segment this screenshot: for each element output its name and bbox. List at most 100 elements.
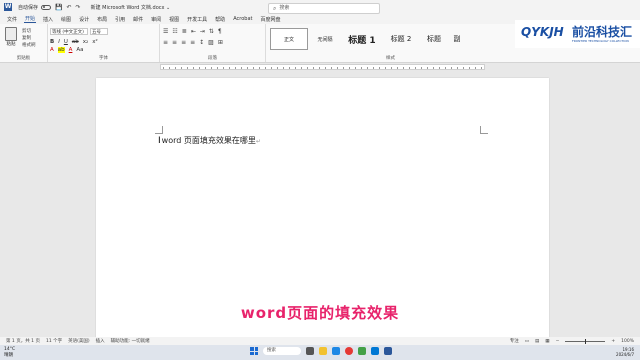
style-subtitle[interactable]: 副 <box>450 28 464 50</box>
highlight-icon[interactable]: ab <box>57 47 65 53</box>
document-text: word 页面填充效果在哪里 <box>161 136 256 145</box>
undo-icon[interactable]: ↶ <box>67 4 72 11</box>
zoom-level[interactable]: 100% <box>621 339 634 344</box>
align-left-icon[interactable]: ≡ <box>163 39 168 46</box>
zoom-thumb[interactable] <box>585 338 587 344</box>
bold-icon[interactable]: B <box>50 39 54 45</box>
zoom-out-icon[interactable]: − <box>556 339 560 344</box>
tab-design[interactable]: 设计 <box>78 16 90 23</box>
chrome-icon[interactable] <box>345 347 353 355</box>
underline-icon[interactable]: U <box>64 39 68 45</box>
tab-draw[interactable]: 绘图 <box>60 16 72 23</box>
tab-references[interactable]: 引用 <box>114 16 126 23</box>
tab-insert[interactable]: 插入 <box>42 16 54 23</box>
tab-review[interactable]: 审阅 <box>150 16 162 23</box>
paragraph-mark-icon: ↵ <box>255 138 261 145</box>
wechat-icon[interactable] <box>358 347 366 355</box>
font-name-select[interactable]: 等线 (中文正文) <box>50 28 88 35</box>
styles-group: 正文 无间隔 标题 1 标题 2 标题 副 样式 <box>266 24 515 62</box>
tab-layout[interactable]: 布局 <box>96 16 108 23</box>
superscript-icon[interactable]: x² <box>92 39 97 45</box>
file-explorer-icon[interactable] <box>319 347 327 355</box>
copy-button[interactable]: 复制 <box>22 35 31 41</box>
system-tray-clock[interactable]: 19:16 2024/6/7 <box>616 347 634 357</box>
tab-view[interactable]: 视图 <box>168 16 180 23</box>
decrease-indent-icon[interactable]: ⇤ <box>191 28 196 35</box>
multilevel-list-icon[interactable]: ≣ <box>182 28 187 35</box>
status-right: 专注 ▭ ▤ ▦ − + 100% <box>510 338 634 344</box>
autosave-label: 自动保存 <box>18 4 39 11</box>
bullets-icon[interactable]: ☰ <box>163 28 168 35</box>
paragraph-row-1: ☰ ☷ ≣ ⇤ ⇥ ⇅ ¶ <box>163 28 222 35</box>
numbering-icon[interactable]: ☷ <box>172 28 177 35</box>
weather-temp: 14°C <box>4 347 16 352</box>
document-paragraph[interactable]: Iword 页面填充效果在哪里↵ <box>158 135 261 146</box>
document-title[interactable]: 新建 Microsoft Word 文档.docx ⌄ <box>91 4 171 11</box>
paste-button[interactable]: 粘贴 <box>4 27 18 51</box>
ruler-ticks <box>163 67 482 69</box>
taskbar-search[interactable]: 搜索 <box>263 347 301 355</box>
word-taskbar-icon[interactable] <box>384 347 392 355</box>
windows-start-icon[interactable] <box>250 347 258 355</box>
align-right-icon[interactable]: ≡ <box>181 39 186 46</box>
task-view-icon[interactable] <box>306 347 314 355</box>
tab-help[interactable]: 帮助 <box>214 16 226 23</box>
line-spacing-icon[interactable]: ↕ <box>199 39 204 46</box>
status-page[interactable]: 第 1 页，共 1 页 <box>6 338 40 344</box>
font-color-icon[interactable]: A <box>69 47 73 53</box>
weather-widget[interactable]: 14°C 晴朗 <box>4 347 15 358</box>
tab-home[interactable]: 开始 <box>24 15 37 23</box>
status-words[interactable]: 11 个字 <box>46 338 62 344</box>
redo-icon[interactable]: ↷ <box>76 4 81 11</box>
document-page[interactable]: Iword 页面填充效果在哪里↵ <box>96 78 549 338</box>
edge-icon[interactable] <box>332 347 340 355</box>
autosave-toggle[interactable] <box>41 4 52 10</box>
save-icon[interactable]: 💾 <box>55 4 62 11</box>
video-caption: word页面的填充效果 <box>240 304 400 322</box>
clipboard-group: 粘贴 剪切 复制 格式刷 剪贴板 <box>0 24 48 62</box>
status-language[interactable]: 英语(美国) <box>68 338 90 344</box>
paragraph-group-label: 段落 <box>208 56 217 61</box>
subscript-icon[interactable]: x₂ <box>83 39 88 45</box>
show-marks-icon[interactable]: ¶ <box>218 28 222 35</box>
text-effects-icon[interactable]: A <box>50 47 54 53</box>
font-group-label: 字体 <box>99 56 108 61</box>
font-group: 等线 (中文正文) 五号 B I U ab x₂ x² A ab A Aa 字体 <box>48 24 160 62</box>
paragraph-row-2: ≡ ≡ ≡ ≡ ↕ ▨ ⊞ <box>163 39 223 46</box>
format-painter-button[interactable]: 格式刷 <box>22 42 36 48</box>
tab-mailings[interactable]: 邮件 <box>132 16 144 23</box>
focus-button[interactable]: 专注 <box>510 338 519 344</box>
tab-acrobat[interactable]: Acrobat <box>232 16 253 22</box>
style-normal[interactable]: 正文 <box>270 28 308 50</box>
horizontal-ruler[interactable] <box>0 63 640 71</box>
store-icon[interactable] <box>371 347 379 355</box>
tab-baidu-netdisk[interactable]: 百度网盘 <box>259 16 281 23</box>
italic-icon[interactable]: I <box>58 39 60 45</box>
borders-icon[interactable]: ⊞ <box>218 39 223 46</box>
style-heading-1[interactable]: 标题 1 <box>342 28 382 50</box>
zoom-slider[interactable] <box>565 338 606 344</box>
cut-button[interactable]: 剪切 <box>22 28 31 34</box>
print-layout-icon[interactable]: ▤ <box>535 339 539 344</box>
search-input[interactable]: ⌕ 搜索 <box>268 3 380 14</box>
status-accessibility[interactable]: 辅助功能: 一切就绪 <box>111 338 150 344</box>
strikethrough-icon[interactable]: ab <box>72 39 79 45</box>
status-insert-mode[interactable]: 插入 <box>96 338 105 344</box>
style-heading-2[interactable]: 标题 2 <box>384 28 418 50</box>
zoom-in-icon[interactable]: + <box>611 339 615 344</box>
style-no-spacing[interactable]: 无间隔 <box>310 28 340 50</box>
web-layout-icon[interactable]: ▦ <box>545 339 549 344</box>
tab-developer[interactable]: 开发工具 <box>186 16 208 23</box>
format-buttons-row: B I U ab x₂ x² <box>50 39 98 45</box>
shading-icon[interactable]: ▨ <box>208 39 214 46</box>
style-title[interactable]: 标题 <box>420 28 448 50</box>
read-mode-icon[interactable]: ▭ <box>525 339 529 344</box>
justify-icon[interactable]: ≡ <box>190 39 195 46</box>
align-center-icon[interactable]: ≡ <box>172 39 177 46</box>
font-size-select[interactable]: 五号 <box>90 28 108 35</box>
increase-indent-icon[interactable]: ⇥ <box>200 28 205 35</box>
char-border-icon[interactable]: Aa <box>76 47 83 53</box>
tab-file[interactable]: 文件 <box>6 16 18 23</box>
sort-icon[interactable]: ⇅ <box>209 28 214 35</box>
paragraph-group: ☰ ☷ ≣ ⇤ ⇥ ⇅ ¶ ≡ ≡ ≡ ≡ ↕ ▨ ⊞ 段落 <box>160 24 266 62</box>
